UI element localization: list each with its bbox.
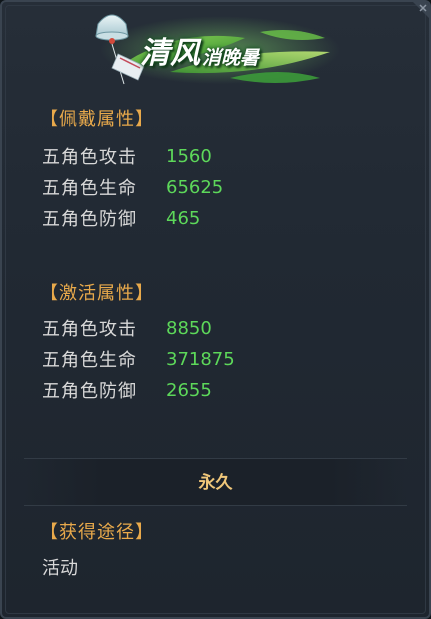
activate-defense-row: 五角色防御 2655 bbox=[42, 377, 212, 403]
equip-attack-row: 五角色攻击 1560 bbox=[42, 143, 212, 169]
equip-attributes-header: 【佩戴属性】 bbox=[40, 109, 154, 130]
banner-title-main: 清风 bbox=[140, 36, 200, 71]
stat-value: 2655 bbox=[166, 379, 212, 401]
activate-attributes-header: 【激活属性】 bbox=[40, 283, 154, 304]
source-value: 活动 bbox=[42, 558, 78, 579]
source-header: 【获得途径】 bbox=[40, 522, 154, 543]
stat-label: 五角色生命 bbox=[42, 178, 137, 199]
banner-title-sub: 消晚暑 bbox=[202, 47, 260, 69]
stat-label: 五角色防御 bbox=[42, 381, 137, 402]
equip-hp-row: 五角色生命 65625 bbox=[42, 174, 223, 200]
close-corner-icon[interactable] bbox=[407, 2, 429, 24]
stat-value: 371875 bbox=[166, 348, 235, 370]
duration-label: 永久 bbox=[198, 473, 233, 493]
stat-label: 五角色生命 bbox=[42, 350, 137, 371]
stat-value: 1560 bbox=[166, 145, 212, 167]
stat-label: 五角色防御 bbox=[42, 209, 137, 230]
equip-defense-row: 五角色防御 465 bbox=[42, 205, 200, 231]
activate-hp-row: 五角色生命 371875 bbox=[42, 346, 235, 372]
title-banner: 清风 消晚暑 bbox=[80, 8, 340, 90]
stat-value: 465 bbox=[166, 207, 201, 229]
activate-attack-row: 五角色攻击 8850 bbox=[42, 315, 212, 341]
banner-title: 清风 消晚暑 bbox=[140, 26, 259, 74]
stat-value: 65625 bbox=[166, 176, 224, 198]
stat-label: 五角色攻击 bbox=[42, 147, 137, 168]
stat-label: 五角色攻击 bbox=[42, 319, 137, 340]
stat-value: 8850 bbox=[166, 317, 212, 339]
item-tooltip-panel: 清风 消晚暑 【佩戴属性】 五角色攻击 1560 五角色生命 65625 五角色… bbox=[0, 0, 431, 619]
